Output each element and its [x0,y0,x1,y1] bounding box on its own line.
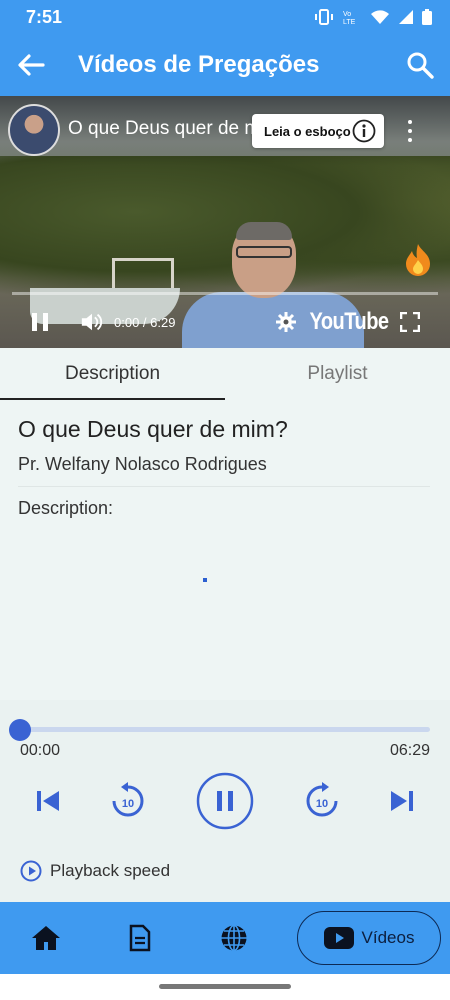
battery-icon [422,9,432,25]
forward-seconds: 10 [316,798,328,810]
flame-logo-icon [406,244,430,276]
document-icon [129,924,151,952]
video-time-display: 0:00 / 6:29 [114,314,176,330]
video-frame-speaker-glasses [236,246,292,258]
divider [18,486,430,487]
volte-icon: VoLTE [343,11,356,25]
more-options-icon[interactable] [400,120,420,142]
arrow-left-icon [18,54,45,76]
current-time: 00:00 [20,742,61,759]
gear-icon [276,312,296,332]
nav-videos[interactable]: Vídeos [297,911,441,965]
esboco-label: Leia o esboço [264,123,351,139]
rewind-button[interactable]: 10 [104,772,152,830]
wifi-icon [371,10,389,24]
play-pause-button[interactable] [196,772,254,830]
skip-next-icon [391,791,413,811]
playback-speed-button[interactable]: Playback speed [20,860,170,882]
video-frame-background [0,156,450,296]
fullscreen-icon [400,312,420,332]
skip-next-button[interactable] [380,772,424,830]
video-progress-bar[interactable] [12,292,438,295]
vibrate-icon [315,9,333,25]
status-icons: Vo LTE [314,9,432,25]
svg-text:Vo: Vo [343,11,351,18]
play-circle-icon [20,860,42,882]
audio-player: 00:00 06:29 10 10 Playback speed [0,700,450,902]
nav-documents[interactable] [110,902,170,974]
info-icon [352,119,376,143]
esboco-card[interactable]: Leia o esboço [252,114,384,148]
nav-videos-label: Vídeos [361,928,415,947]
nav-home[interactable] [16,902,76,974]
video-volume-button[interactable] [80,298,104,346]
seek-thumb[interactable] [9,719,31,741]
pause-circle-icon [196,772,254,830]
youtube-icon [323,927,354,949]
video-pause-button[interactable] [0,298,80,346]
seek-bar[interactable] [20,727,430,732]
rewind-seconds: 10 [122,798,134,810]
home-icon [32,926,60,950]
video-fullscreen-button[interactable] [396,298,424,346]
search-button[interactable] [390,34,450,96]
nav-web[interactable] [204,902,264,974]
description-label: Description: [18,498,114,518]
home-indicator[interactable] [159,984,291,989]
sermon-title: O que Deus quer de mim? [18,416,288,442]
skip-previous-button[interactable] [26,772,70,830]
app-bar: Vídeos de Pregações [0,34,450,96]
video-frame-boat-cabin [112,258,174,292]
skip-previous-icon [37,791,59,811]
forward-button[interactable]: 10 [298,772,346,830]
loading-indicator [203,578,207,582]
forward-10-icon: 10 [306,782,338,817]
signal-icon [399,10,413,24]
channel-avatar[interactable] [8,104,60,156]
volume-icon [81,313,103,331]
playback-speed-label: Playback speed [50,861,171,880]
video-frame-speaker-hair [236,222,292,240]
page-title: Vídeos de Pregações [78,51,320,78]
tab-bar: Description Playlist [0,348,450,400]
description-panel: O que Deus quer de mim? Pr. Welfany Nola… [0,400,450,700]
search-icon [407,52,434,79]
total-time: 06:29 [389,742,430,759]
video-settings-button[interactable] [272,298,300,346]
svg-text:LTE: LTE [343,19,356,25]
status-bar: 7:51 Vo LTE [0,0,450,34]
back-button[interactable] [0,34,62,96]
tab-playlist[interactable]: Playlist [225,348,450,400]
tab-description[interactable]: Description [0,348,225,400]
bottom-nav: Vídeos [0,902,450,974]
gesture-bar [0,974,450,1000]
rewind-10-icon: 10 [112,782,144,817]
globe-icon [221,924,247,952]
pause-icon [32,313,48,331]
status-time: 7:51 [26,6,63,27]
youtube-logo[interactable]: YouTube [309,298,389,346]
video-controls: 0:00 / 6:29 YouTube [0,298,450,346]
preacher-name: Pr. Welfany Nolasco Rodrigues [18,454,267,474]
